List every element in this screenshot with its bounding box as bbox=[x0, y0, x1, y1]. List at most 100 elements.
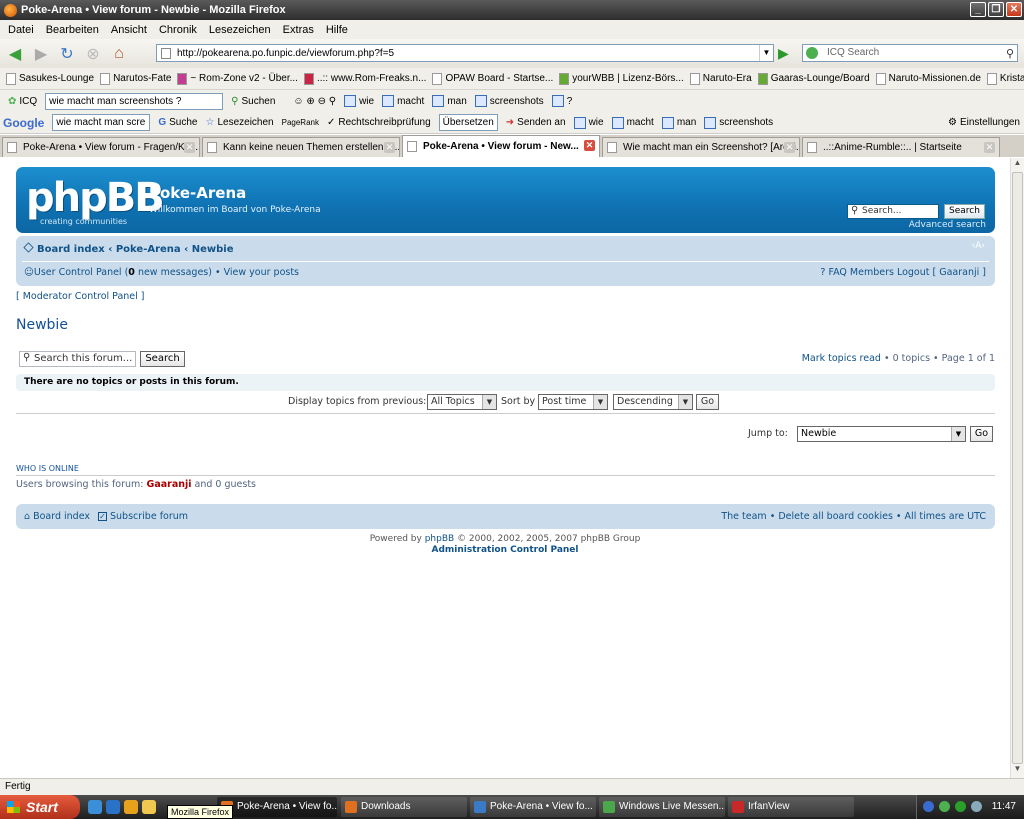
stop-icon[interactable]: ⊗ bbox=[82, 43, 104, 65]
menu-bearbeiten[interactable]: Bearbeiten bbox=[40, 24, 105, 36]
google-word-screenshots[interactable]: screenshots bbox=[704, 116, 773, 129]
days-select[interactable]: All Topics bbox=[427, 394, 497, 410]
close-window-button[interactable]: ✕ bbox=[1006, 2, 1022, 17]
tray-messenger-icon[interactable] bbox=[955, 801, 966, 812]
user-control-panel-link[interactable]: ☺User Control Panel (0 new messages) • V… bbox=[24, 267, 299, 278]
tab-anime-rumble[interactable]: ..::Anime-Rumble::.. | Startseite ✕ bbox=[802, 137, 1000, 157]
winamp-icon[interactable] bbox=[124, 800, 138, 814]
task-irfanview[interactable]: IrfanView bbox=[728, 797, 854, 817]
bookmark-item[interactable]: Narutos-Fate bbox=[100, 72, 171, 85]
tab-newbie[interactable]: Poke-Arena • View forum - New... ✕ bbox=[402, 135, 600, 157]
google-search-button[interactable]: G Suche bbox=[158, 117, 197, 128]
bookmark-item[interactable]: Sasukes-Lounge bbox=[6, 72, 94, 85]
folder-icon[interactable] bbox=[142, 800, 156, 814]
menu-extras[interactable]: Extras bbox=[277, 24, 320, 36]
menu-lesezeichen[interactable]: Lesezeichen bbox=[203, 24, 277, 36]
task-poke-arena[interactable]: Poke-Arena • View fo... bbox=[470, 797, 596, 817]
menu-hilfe[interactable]: Hilfe bbox=[320, 24, 354, 36]
icq-tools[interactable]: ☺ ⊕ ⊖ ⚲ bbox=[293, 96, 336, 107]
task-messenger[interactable]: Windows Live Messen... bbox=[599, 797, 725, 817]
moderator-control-panel-link[interactable]: [ Moderator Control Panel ] bbox=[16, 291, 145, 302]
start-button[interactable]: Start bbox=[0, 795, 80, 819]
reload-icon[interactable]: ↻ bbox=[56, 43, 78, 65]
bookmark-item[interactable]: Naruto-Era bbox=[689, 72, 752, 85]
search-engine-icon[interactable] bbox=[806, 47, 818, 59]
bookmark-item[interactable]: Naruto-Missionen.de bbox=[875, 72, 981, 85]
bookmark-item[interactable]: Gaaras-Lounge/Board bbox=[757, 72, 870, 85]
page-title[interactable]: Newbie bbox=[16, 317, 68, 333]
jump-to-select[interactable]: Newbie bbox=[797, 426, 966, 442]
search-icon[interactable]: ⚲ bbox=[1006, 46, 1014, 62]
icq-word-screenshots[interactable]: screenshots bbox=[474, 95, 544, 107]
go-icon[interactable]: ▶ bbox=[778, 45, 789, 62]
bookmark-item[interactable]: OPAW Board - Startse... bbox=[432, 72, 553, 85]
task-downloads[interactable]: Downloads bbox=[341, 797, 467, 817]
google-word-wie[interactable]: wie bbox=[573, 116, 604, 129]
admin-control-panel-link[interactable]: Administration Control Panel bbox=[431, 545, 578, 555]
icq-word-macht[interactable]: macht bbox=[382, 95, 424, 107]
close-tab-icon[interactable]: ✕ bbox=[584, 140, 595, 151]
scroll-down-icon[interactable]: ▼ bbox=[1011, 764, 1024, 778]
bookmarks-star-button[interactable]: ☆ Lesezeichen bbox=[205, 117, 273, 128]
bookmark-item[interactable]: yourWBB | Lizenz-Börs... bbox=[559, 72, 684, 85]
send-to-button[interactable]: ➜ Senden an bbox=[506, 117, 566, 128]
forward-icon[interactable]: ▶ bbox=[30, 43, 52, 65]
sort-key-select[interactable]: Post time bbox=[538, 394, 608, 410]
icq-word-man[interactable]: man bbox=[432, 95, 467, 107]
google-settings-button[interactable]: ⚙ Einstellungen bbox=[948, 117, 1020, 128]
close-tab-icon[interactable]: ✕ bbox=[184, 142, 195, 153]
footer-links[interactable]: The team • Delete all board cookies • Al… bbox=[721, 511, 986, 522]
translate-button[interactable]: Übersetzen bbox=[438, 114, 498, 131]
icq-word-wie[interactable]: wie bbox=[344, 95, 374, 107]
ie-icon[interactable] bbox=[106, 800, 120, 814]
online-user-link[interactable]: Gaaranji bbox=[147, 479, 192, 490]
search-input[interactable]: ICQ Search ⚲ bbox=[802, 44, 1018, 62]
bookmark-item[interactable]: Kristall Lobby | Startseite bbox=[986, 72, 1024, 85]
header-search-button[interactable]: Search bbox=[944, 204, 985, 219]
icq-query-input[interactable]: wie macht man screenshots ? bbox=[45, 92, 224, 110]
close-tab-icon[interactable]: ✕ bbox=[384, 142, 395, 153]
close-tab-icon[interactable]: ✕ bbox=[784, 142, 795, 153]
advanced-search-link[interactable]: Advanced search bbox=[909, 220, 986, 230]
user-links[interactable]: ? FAQ Members Logout [ Gaaranji ] bbox=[820, 267, 986, 278]
bookmark-item[interactable]: ..:: www.Rom-Freaks.n... bbox=[303, 72, 426, 85]
phpbb-link[interactable]: phpBB bbox=[425, 534, 454, 544]
tab-fragen-kritik[interactable]: Poke-Arena • View forum - Fragen/Kriti..… bbox=[2, 137, 200, 157]
menu-chronik[interactable]: Chronik bbox=[153, 24, 203, 36]
scroll-up-icon[interactable]: ▲ bbox=[1011, 158, 1024, 172]
tray-icq-icon[interactable] bbox=[939, 801, 950, 812]
show-desktop-icon[interactable] bbox=[88, 800, 102, 814]
tab-kann-keine-themen[interactable]: Kann keine neuen Themen erstellen ......… bbox=[202, 137, 400, 157]
tray-network-icon[interactable] bbox=[923, 801, 934, 812]
scroll-thumb[interactable] bbox=[1012, 172, 1023, 764]
bookmark-item[interactable]: ~ Rom-Zone v2 - Über... bbox=[177, 72, 298, 85]
minimize-button[interactable]: _ bbox=[970, 2, 986, 17]
display-go-button[interactable]: Go bbox=[696, 394, 719, 410]
clock[interactable]: 11:47 bbox=[992, 801, 1016, 812]
subscribe-forum-link[interactable]: Subscribe forum bbox=[110, 511, 188, 522]
url-dropdown-icon[interactable]: ▼ bbox=[759, 45, 773, 61]
tray-volume-icon[interactable] bbox=[971, 801, 982, 812]
forum-search-button[interactable]: Search bbox=[140, 351, 185, 367]
sort-direction-select[interactable]: Descending bbox=[613, 394, 693, 410]
maximize-button[interactable]: ❐ bbox=[988, 2, 1004, 17]
close-tab-icon[interactable]: ✕ bbox=[984, 142, 995, 153]
forum-search-input[interactable]: Search this forum... bbox=[19, 351, 136, 367]
google-word-macht[interactable]: macht bbox=[611, 116, 654, 129]
google-word-man[interactable]: man bbox=[661, 116, 696, 129]
task-firefox[interactable]: Poke-Arena • View fo... bbox=[217, 797, 337, 817]
menu-ansicht[interactable]: Ansicht bbox=[105, 24, 153, 36]
vertical-scrollbar[interactable]: ▲ ▼ bbox=[1010, 158, 1024, 778]
tab-screenshot-archiv[interactable]: Wie macht man ein Screenshot? [Archi... ✕ bbox=[602, 137, 800, 157]
google-logo[interactable]: Google bbox=[3, 116, 44, 130]
home-icon[interactable]: ⌂ bbox=[108, 43, 130, 65]
spellcheck-button[interactable]: ✓ Rechtschreibprüfung bbox=[327, 117, 431, 128]
google-query-input[interactable]: wie macht man scre bbox=[52, 114, 151, 131]
back-icon[interactable]: ◀ bbox=[4, 43, 26, 65]
footer-board-index-link[interactable]: Board index bbox=[33, 511, 90, 522]
address-bar[interactable]: http://pokearena.po.funpic.de/viewforum.… bbox=[156, 44, 774, 62]
who-is-online-heading[interactable]: Who is online bbox=[16, 464, 79, 473]
mark-topics-read-link[interactable]: Mark topics read bbox=[802, 353, 881, 364]
breadcrumb[interactable]: Board index ‹ Poke-Arena ‹ Newbie bbox=[23, 242, 234, 255]
header-search-input[interactable]: Search... bbox=[847, 204, 939, 219]
